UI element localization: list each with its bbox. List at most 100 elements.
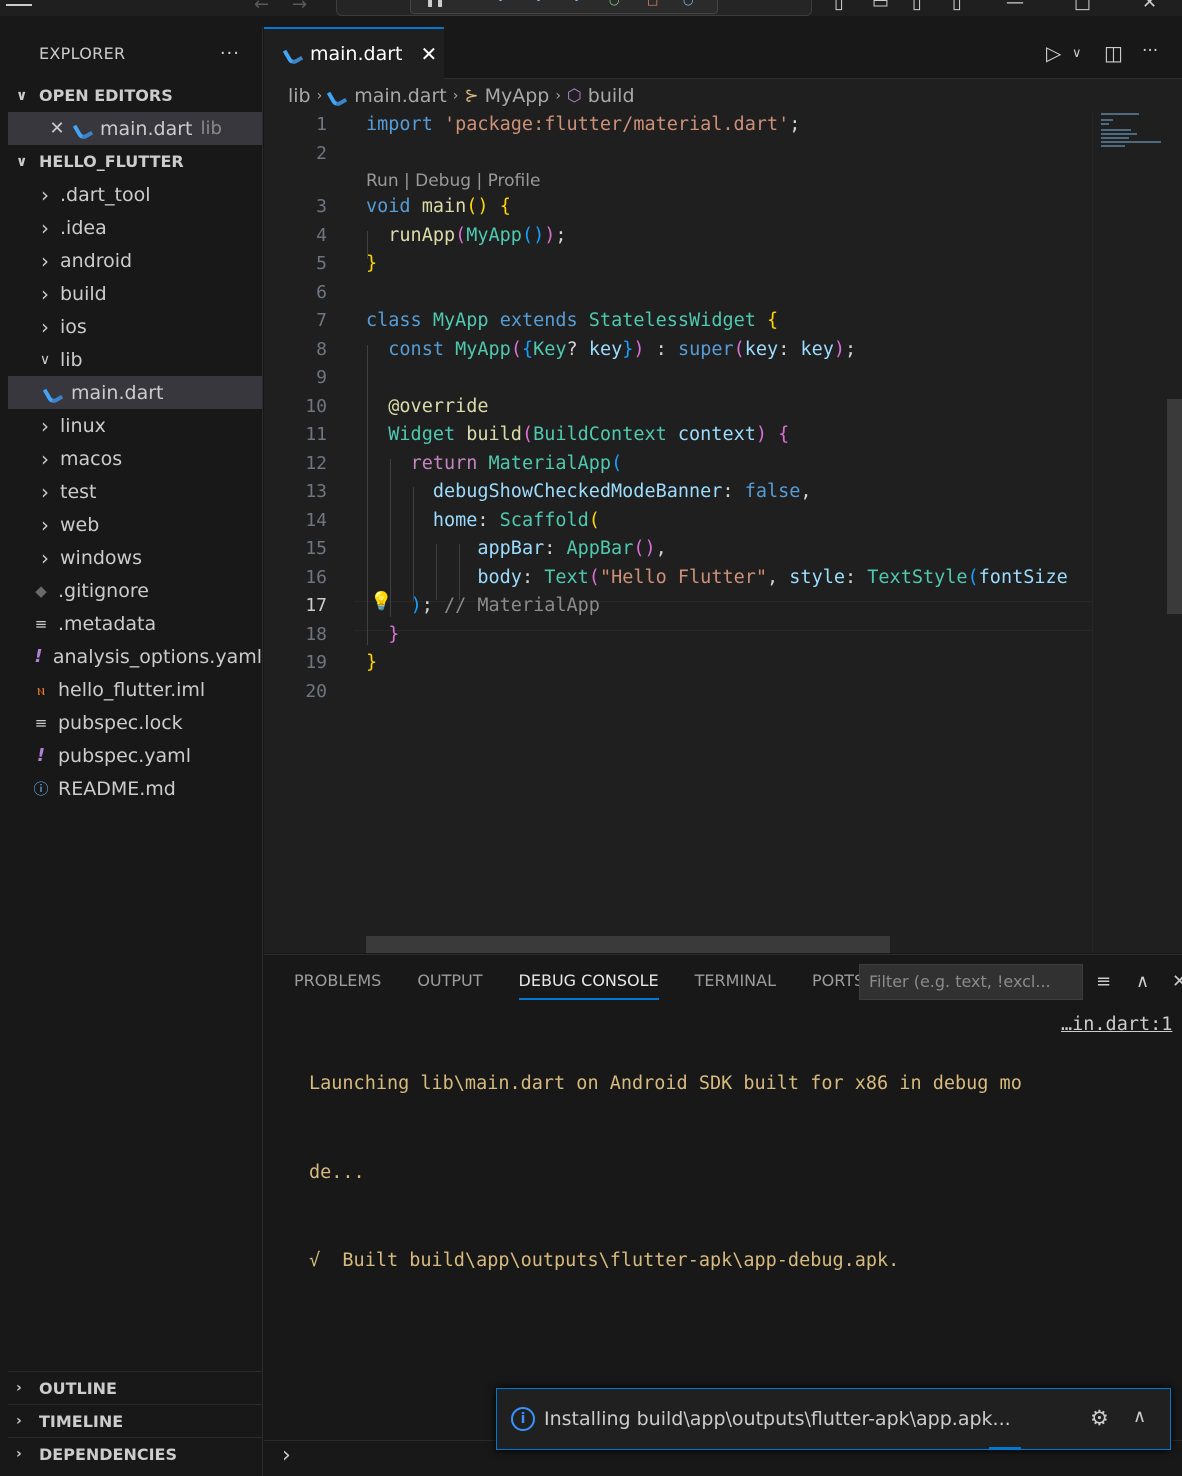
step-out-icon[interactable]: • [573,0,580,7]
chevron-right-icon: › [452,88,459,104]
file-tree-item[interactable]: › web [8,508,262,541]
rss-file-icon: ⲛ [37,680,45,699]
dart-icon [74,121,90,137]
more-actions-icon[interactable]: ··· [220,43,240,64]
restart-icon[interactable]: ○ [609,0,619,7]
dart-icon [328,88,344,104]
file-tree-item[interactable]: ≡ pubspec.lock [8,706,262,739]
file-tree-label: macos [60,447,123,470]
open-editors-label: OPEN EDITORS [39,86,173,105]
run-icon[interactable]: ▷ [1046,41,1061,65]
file-tree-label: windows [60,546,142,569]
minimap-line [1101,141,1161,143]
maximize-icon[interactable]: □ [1074,0,1091,13]
file-tree-label: test [60,480,97,503]
code-line-12: return MaterialApp( [410,453,623,474]
chevron-down-icon[interactable]: ∨ [1072,46,1082,61]
open-editor-name: main.dart [100,117,193,140]
horizontal-scrollbar[interactable] [366,936,890,953]
file-tree-item[interactable]: › .dart_tool [8,178,262,211]
file-tree-label: hello_flutter.iml [58,678,206,701]
line-number: 14 [305,510,327,531]
file-tree-label: .dart_tool [60,183,151,206]
outline-section[interactable]: › OUTLINE [8,1371,263,1404]
codelens-run-debug-profile[interactable]: Run | Debug | Profile [366,171,540,191]
file-tree-item[interactable]: › macos [8,442,262,475]
file-tree-item[interactable]: ! analysis_options.yaml [8,640,262,673]
tab-problems[interactable]: PROBLEMS [294,971,381,1000]
close-icon[interactable]: ✕ [420,42,437,66]
split-editor-icon[interactable]: ◫ [1104,41,1123,65]
minimap-line [1101,145,1125,147]
forward-arrow-icon[interactable]: → [292,0,307,15]
tab-ports[interactable]: PORTS [812,971,864,1000]
step-over-icon[interactable]: • [497,0,504,7]
dependencies-label: DEPENDENCIES [39,1444,178,1464]
breadcrumb-file[interactable]: main.dart [354,85,446,107]
toggle-secondary-sidebar-icon[interactable]: ▯ [912,0,922,13]
close-panel-icon[interactable]: ✕ [1172,971,1182,992]
close-icon[interactable]: ✕ [46,118,68,139]
step-into-icon[interactable]: • [535,0,542,7]
file-tree-item[interactable]: ∨ lib [8,343,262,376]
chevron-up-icon[interactable]: ∧ [1133,1406,1146,1427]
dependencies-section[interactable]: › DEPENDENCIES [8,1437,263,1470]
chevron-right-icon[interactable]: › [282,1443,291,1468]
file-tree-item[interactable]: › windows [8,541,262,574]
file-tree-item[interactable]: › .idea [8,211,262,244]
code-line-14: home: Scaffold( [432,510,600,531]
tab-output[interactable]: OUTPUT [417,971,482,1000]
minimize-icon[interactable]: — [1006,0,1024,13]
devtools-search-icon[interactable]: ○ [683,0,693,7]
source-link[interactable]: …in.dart:1 [1061,1010,1172,1040]
file-tree-item[interactable]: ⓘ README.md [8,772,262,805]
tab-terminal[interactable]: TERMINAL [695,971,776,1000]
line-number: 5 [316,253,327,274]
file-tree-item[interactable]: › linux [8,409,262,442]
minimap-line [1101,123,1109,125]
line-number: 6 [316,282,327,303]
yaml-file-icon: ! [34,646,43,667]
customize-layout-icon[interactable]: ▯ [952,0,962,13]
back-arrow-icon[interactable]: ← [254,0,269,15]
file-tree-label: lib [60,348,83,371]
more-actions-icon[interactable]: ··· [1142,41,1158,61]
file-tree-item[interactable]: › android [8,244,262,277]
file-tree-label: pubspec.yaml [58,744,191,767]
toggle-panel-icon[interactable]: ▭ [872,0,889,13]
project-section[interactable]: ∨ HELLO_FLUTTER [8,145,262,178]
code-line-18: } [388,624,400,645]
breadcrumb-folder[interactable]: lib [288,85,311,107]
maximize-panel-icon[interactable]: ∧ [1136,971,1149,992]
stop-icon[interactable]: □ [647,0,658,7]
tab-main-dart[interactable]: main.dart ✕ [264,27,444,79]
tab-debug-console[interactable]: DEBUG CONSOLE [518,971,659,1000]
file-tree-item[interactable]: › test [8,475,262,508]
title-bar: ← → ❚❚ • • • ○ □ ○ ▯ ▭ ▯ ▯ — □ ✕ [0,0,1182,16]
breadcrumb-method[interactable]: build [588,85,635,107]
progress-indicator [989,1447,1021,1450]
chevron-right-icon: › [41,281,49,306]
file-tree-item[interactable]: ⲛ hello_flutter.iml [8,673,262,706]
explorer-sidebar: EXPLORER ··· ∨ OPEN EDITORS ✕ main.dart … [8,27,263,1476]
open-editors-section[interactable]: ∨ OPEN EDITORS [8,79,262,112]
console-filter-input[interactable]: Filter (e.g. text, !excl... [859,964,1083,1000]
file-tree-item[interactable]: › build [8,277,262,310]
file-tree-item[interactable]: main.dart [8,376,262,409]
breadcrumb-class[interactable]: MyApp [485,85,550,107]
pause-icon[interactable]: ❚❚ [425,0,445,7]
vertical-scrollbar[interactable] [1167,399,1182,614]
file-tree-item[interactable]: ≡ .metadata [8,607,262,640]
timeline-section[interactable]: › TIMELINE [8,1404,263,1437]
file-tree-item[interactable]: › ios [8,310,262,343]
file-tree-item[interactable]: ◆ .gitignore [8,574,262,607]
open-editor-dir: lib [200,118,222,139]
hamburger-menu-icon[interactable] [6,0,32,6]
close-window-icon[interactable]: ✕ [1142,0,1157,13]
gear-icon[interactable]: ⚙ [1090,1406,1109,1430]
toggle-sidebar-icon[interactable]: ▯ [834,0,844,13]
open-editor-item[interactable]: ✕ main.dart lib [8,112,262,145]
file-tree-item[interactable]: ! pubspec.yaml [8,739,262,772]
word-wrap-icon[interactable]: ≡ [1096,971,1111,992]
code-editor[interactable]: lib › main.dart › ⊱ MyApp › ⬡ build 1234… [264,79,1182,953]
